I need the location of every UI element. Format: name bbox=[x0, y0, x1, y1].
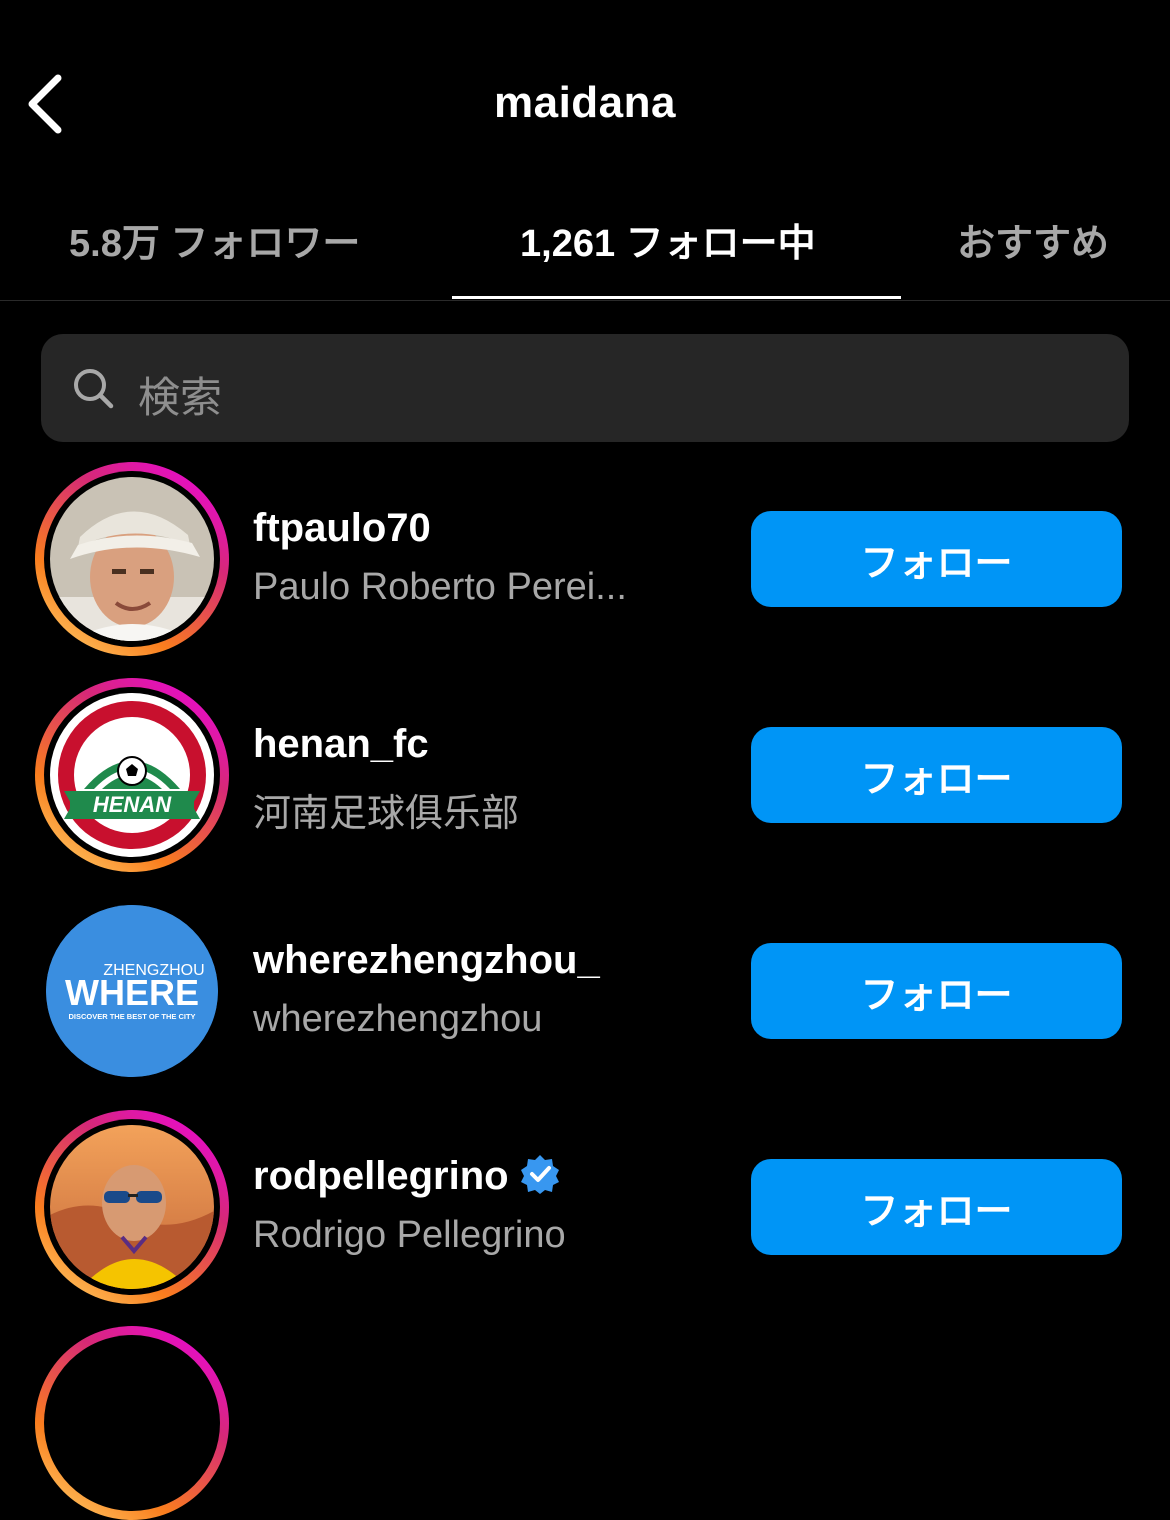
username[interactable]: wherezhengzhou_ bbox=[253, 938, 600, 983]
where-logo-main-text: WHERE bbox=[65, 972, 199, 1013]
tab-bar: 5.8万 フォロワー 1,261 フォロー中 おすすめ bbox=[0, 200, 1170, 301]
full-name: wherezhengzhou bbox=[253, 998, 543, 1040]
full-name: Paulo Roberto Perei... bbox=[253, 566, 627, 608]
search-placeholder: 検索 bbox=[138, 374, 223, 421]
avatar-no-ring[interactable]: ZHENGZHOU WHERE DISCOVER THE BEST OF THE… bbox=[35, 894, 229, 1088]
search-icon bbox=[74, 369, 114, 409]
tab-following[interactable]: 1,261 フォロー中 bbox=[520, 212, 816, 267]
list-item: ftpaulo70 Paulo Roberto Perei... フォロー bbox=[0, 462, 1170, 662]
full-name: Rodrigo Pellegrino bbox=[253, 1214, 566, 1256]
list-item: HENAN henan_fc 河南足球俱乐部 フォロー bbox=[0, 678, 1170, 878]
avatar: ZHENGZHOU WHERE DISCOVER THE BEST OF THE… bbox=[46, 905, 218, 1077]
tab-suggested[interactable]: おすすめ bbox=[957, 212, 1109, 267]
avatar: HENAN bbox=[50, 693, 214, 857]
henan-logo-text: HENAN bbox=[93, 792, 172, 817]
follow-button[interactable]: フォロー bbox=[751, 1159, 1122, 1255]
avatar-story-ring[interactable] bbox=[35, 1110, 229, 1304]
list-item: ZHENGZHOU WHERE DISCOVER THE BEST OF THE… bbox=[0, 894, 1170, 1094]
username[interactable]: henan_fc bbox=[253, 722, 429, 767]
verified-badge-icon bbox=[520, 1155, 559, 1195]
follow-button[interactable]: フォロー bbox=[751, 511, 1122, 607]
username-with-badge: rodpellegrino bbox=[253, 1154, 561, 1199]
follow-button[interactable]: フォロー bbox=[751, 943, 1122, 1039]
follow-button[interactable]: フォロー bbox=[751, 727, 1122, 823]
list-item: rodpellegrino Rodrigo Pellegrino フォロー bbox=[0, 1110, 1170, 1310]
username[interactable]: ftpaulo70 bbox=[253, 506, 431, 551]
avatar bbox=[50, 477, 214, 641]
page-title: maidana bbox=[493, 78, 676, 127]
top-bar: maidana bbox=[0, 0, 1170, 200]
avatar-story-ring[interactable]: HENAN bbox=[35, 678, 229, 872]
avatar-story-ring[interactable] bbox=[35, 462, 229, 656]
avatar bbox=[50, 1125, 214, 1289]
full-name: 河南足球俱乐部 bbox=[253, 793, 520, 835]
where-logo-sub-text: DISCOVER THE BEST OF THE CITY bbox=[68, 1012, 195, 1021]
active-tab-indicator bbox=[452, 296, 901, 299]
username[interactable]: rodpellegrino bbox=[253, 1154, 509, 1198]
search-input[interactable]: 検索 bbox=[41, 334, 1129, 442]
tab-followers[interactable]: 5.8万 フォロワー bbox=[69, 212, 360, 267]
next-avatar-story-ring[interactable] bbox=[35, 1326, 229, 1520]
